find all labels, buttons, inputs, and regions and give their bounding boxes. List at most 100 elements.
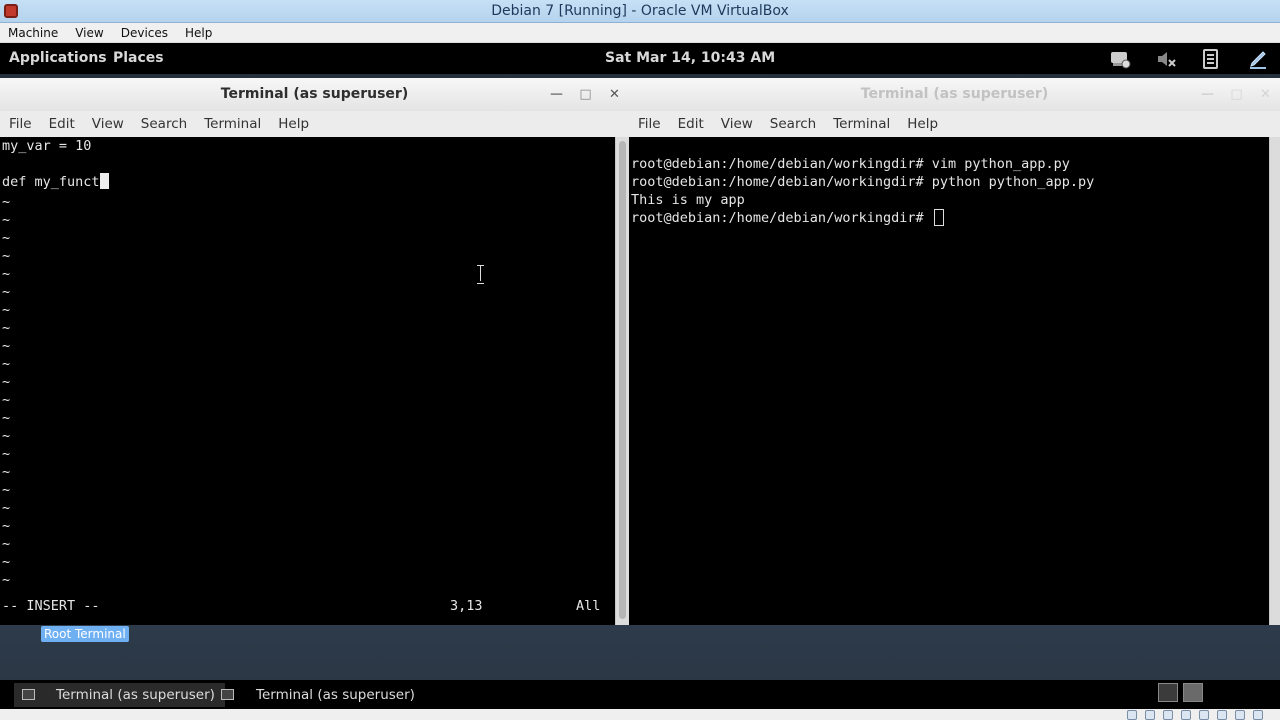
- desktop-icon-label[interactable]: Root Terminal: [41, 626, 129, 642]
- terminal-icon: [221, 689, 234, 700]
- terminal-left-menubar: File Edit View Search Terminal Help: [0, 111, 629, 137]
- taskbar-item-label: Terminal (as superuser): [56, 687, 215, 703]
- pen-icon[interactable]: [1247, 48, 1269, 70]
- taskbar-item-label: Terminal (as superuser): [256, 687, 415, 703]
- gnome-bottom-panel: Terminal (as superuser) Terminal (as sup…: [0, 680, 1280, 709]
- menu-help[interactable]: Help: [269, 116, 317, 132]
- gnome-top-panel: Applications Places Sat Mar 14, 10:43 AM: [0, 43, 1280, 74]
- menu-view[interactable]: View: [67, 26, 112, 40]
- virtualbox-logo-icon: [4, 4, 18, 18]
- taskbar-item-terminal-1[interactable]: Terminal (as superuser): [14, 683, 225, 707]
- vim-empty-line-marker: ~: [2, 212, 11, 228]
- network-icon[interactable]: [1109, 48, 1131, 70]
- vim-empty-line-marker: ~: [2, 518, 11, 534]
- menu-terminal[interactable]: Terminal: [195, 116, 269, 132]
- vim-mode-indicator: -- INSERT --: [2, 598, 100, 614]
- close-button[interactable]: ✕: [1251, 78, 1280, 111]
- menu-file[interactable]: File: [0, 116, 40, 132]
- terminal-left-titlebar[interactable]: Terminal (as superuser) — □ ✕: [0, 78, 629, 111]
- shell-line-4: This is my app: [631, 192, 745, 208]
- terminal-right-title: Terminal (as superuser): [860, 86, 1049, 102]
- minimize-button[interactable]: —: [1193, 78, 1222, 111]
- vim-empty-line-marker: ~: [2, 410, 11, 426]
- vim-empty-line-marker: ~: [2, 302, 11, 318]
- menu-machine[interactable]: Machine: [0, 26, 67, 40]
- menu-help[interactable]: Help: [177, 26, 221, 40]
- maximize-button[interactable]: □: [1222, 78, 1251, 111]
- vim-empty-line-marker: ~: [2, 320, 11, 336]
- vim-line-3-text: def my_funct: [2, 174, 100, 190]
- vim-line-3: def my_funct: [2, 173, 109, 191]
- vim-editor-area[interactable]: my_var = 10 def my_funct ~ ~ ~ ~ ~ ~ ~ ~ ~ ~ ~ ~ ~ ~ ~…: [0, 137, 615, 625]
- menu-edit[interactable]: Edit: [669, 116, 712, 132]
- usb-icon[interactable]: [1163, 710, 1173, 720]
- virtualbox-statusbar: [0, 709, 1280, 720]
- vim-empty-line-marker: ~: [2, 392, 11, 408]
- vim-empty-line-marker: ~: [2, 230, 11, 246]
- vim-empty-line-marker: ~: [2, 356, 11, 372]
- applications-menu[interactable]: Applications: [9, 50, 107, 66]
- vim-empty-line-marker: ~: [2, 500, 11, 516]
- clipboard-icon[interactable]: [1200, 48, 1222, 70]
- text-cursor: [933, 209, 944, 226]
- menu-file[interactable]: File: [629, 116, 669, 132]
- vim-empty-line-marker: ~: [2, 536, 11, 552]
- scrollbar-thumb[interactable]: [619, 141, 626, 619]
- display-icon[interactable]: [1217, 710, 1227, 720]
- vim-empty-line-marker: ~: [2, 446, 11, 462]
- vim-empty-line-marker: ~: [2, 464, 11, 480]
- menu-devices[interactable]: Devices: [113, 26, 177, 40]
- menu-terminal[interactable]: Terminal: [824, 116, 898, 132]
- window-title: Debian 7 [Running] - Oracle VM VirtualBo…: [491, 3, 789, 19]
- capture-icon[interactable]: [1235, 710, 1245, 720]
- menu-search[interactable]: Search: [761, 116, 824, 132]
- shell-prompt: root@debian:/home/debian/workingdir#: [631, 210, 932, 226]
- clock[interactable]: Sat Mar 14, 10:43 AM: [605, 50, 775, 66]
- vim-empty-line-marker: ~: [2, 266, 11, 282]
- hard-disk-icon[interactable]: [1127, 710, 1137, 720]
- vim-scroll-position: All: [576, 598, 601, 614]
- menu-help[interactable]: Help: [898, 116, 946, 132]
- virtualbox-titlebar: Debian 7 [Running] - Oracle VM VirtualBo…: [0, 0, 1280, 23]
- menu-edit[interactable]: Edit: [40, 116, 83, 132]
- vim-empty-line-marker: ~: [2, 572, 11, 588]
- terminal-icon: [22, 689, 35, 700]
- shell-line-5: root@debian:/home/debian/workingdir#: [631, 209, 944, 227]
- taskbar-item-terminal-2[interactable]: Terminal (as superuser): [214, 683, 425, 707]
- workspace-switcher-2[interactable]: [1183, 683, 1203, 702]
- vim-empty-line-marker: ~: [2, 284, 11, 300]
- vim-cursor-position: 3,13: [450, 598, 483, 614]
- host-key-icon[interactable]: [1253, 710, 1263, 720]
- menu-search[interactable]: Search: [132, 116, 195, 132]
- shell-line-2: root@debian:/home/debian/workingdir# vim…: [631, 156, 1070, 172]
- terminal-right-titlebar[interactable]: Terminal (as superuser) — □ ✕: [629, 78, 1280, 111]
- optical-drive-icon[interactable]: [1145, 710, 1155, 720]
- minimize-button[interactable]: —: [542, 78, 571, 111]
- workspace-switcher-1[interactable]: [1158, 683, 1178, 702]
- terminal-left-scrollbar[interactable]: [615, 137, 629, 625]
- shell-line-3: root@debian:/home/debian/workingdir# pyt…: [631, 174, 1095, 190]
- vim-empty-line-marker: ~: [2, 554, 11, 570]
- menu-view[interactable]: View: [83, 116, 132, 132]
- terminal-window-right: Terminal (as superuser) — □ ✕ File Edit …: [629, 78, 1280, 625]
- vim-empty-line-marker: ~: [2, 428, 11, 444]
- terminal-right-menubar: File Edit View Search Terminal Help: [629, 111, 1280, 137]
- volume-muted-icon[interactable]: [1155, 48, 1177, 70]
- menu-view[interactable]: View: [712, 116, 761, 132]
- shared-folders-icon[interactable]: [1181, 710, 1191, 720]
- vim-empty-line-marker: ~: [2, 482, 11, 498]
- terminal-window-left: Terminal (as superuser) — □ ✕ File Edit …: [0, 78, 629, 625]
- places-menu[interactable]: Places: [113, 50, 164, 66]
- vim-empty-line-marker: ~: [2, 248, 11, 264]
- close-button[interactable]: ✕: [600, 78, 629, 111]
- network-adapter-icon[interactable]: [1199, 710, 1209, 720]
- vim-empty-line-marker: ~: [2, 338, 11, 354]
- terminal-left-title: Terminal (as superuser): [220, 86, 409, 102]
- maximize-button[interactable]: □: [571, 78, 600, 111]
- terminal-right-scrollbar[interactable]: [1269, 137, 1280, 625]
- vim-empty-line-marker: ~: [2, 194, 11, 210]
- mouse-ibeam-cursor-icon: [477, 265, 485, 284]
- vim-line-1: my_var = 10: [2, 138, 92, 154]
- text-cursor: [99, 173, 109, 189]
- shell-output-area[interactable]: root@debian:/home/debian/workingdir# vim…: [629, 137, 1269, 625]
